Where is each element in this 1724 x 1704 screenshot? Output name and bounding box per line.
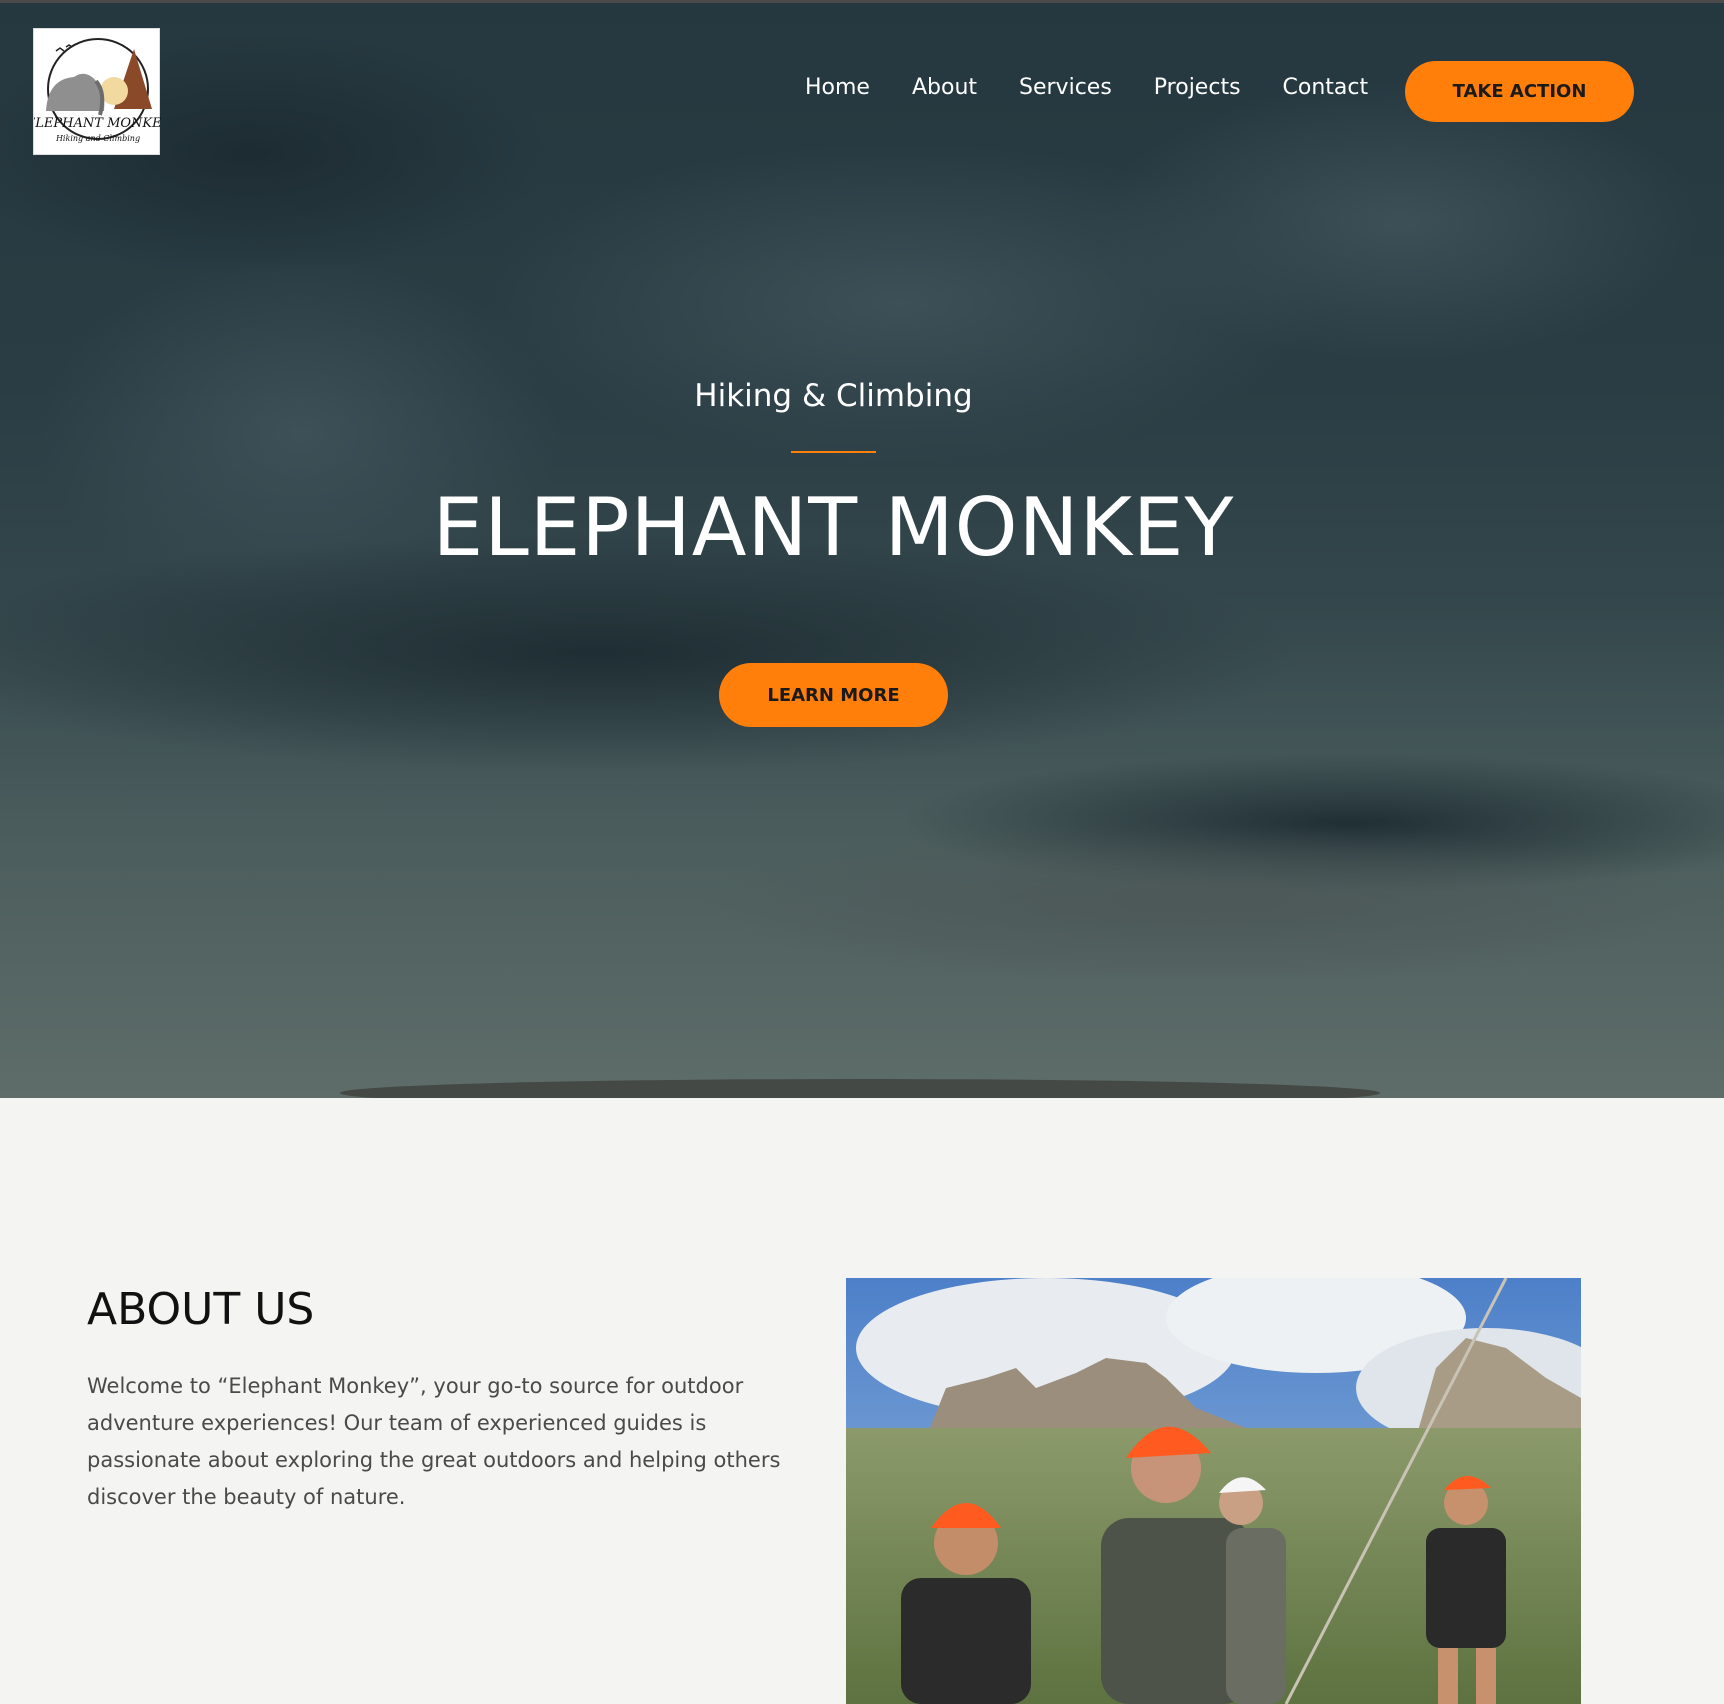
hero-title: ELEPHANT MONKEY <box>432 481 1235 574</box>
nav-item-home[interactable]: Home <box>805 75 870 100</box>
nav-item-about[interactable]: About <box>912 75 977 100</box>
site-logo[interactable]: ELEPHANT MONKEY Hiking and Climbing <box>25 28 172 155</box>
svg-text:ELEPHANT MONKEY: ELEPHANT MONKEY <box>34 116 161 131</box>
take-action-button[interactable]: TAKE ACTION <box>1405 61 1634 122</box>
hero-subtitle: Hiking & Climbing <box>694 378 973 414</box>
about-heading: ABOUT US <box>87 1284 315 1335</box>
about-photo-climbers <box>846 1278 1581 1704</box>
main-nav: Home About Services Projects Contact <box>805 75 1410 100</box>
nav-item-services[interactable]: Services <box>1019 75 1112 100</box>
climbers-photo-image <box>846 1278 1581 1704</box>
hero-divider <box>791 451 876 453</box>
hero-section: ELEPHANT MONKEY Hiking and Climbing Home… <box>0 0 1724 1098</box>
about-body-text: Welcome to “Elephant Monkey”, your go-to… <box>87 1374 781 1509</box>
svg-text:Hiking and Climbing: Hiking and Climbing <box>55 134 140 143</box>
learn-more-button[interactable]: LEARN MORE <box>719 663 948 727</box>
elephant-monkey-logo-icon: ELEPHANT MONKEY Hiking and Climbing <box>25 38 172 143</box>
nav-item-contact[interactable]: Contact <box>1283 75 1369 100</box>
nav-item-projects[interactable]: Projects <box>1154 75 1241 100</box>
